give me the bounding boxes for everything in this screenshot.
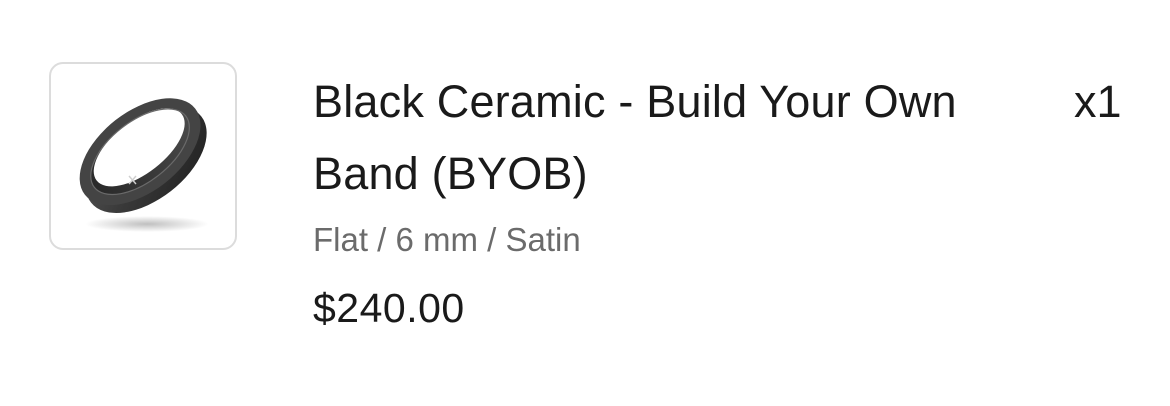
variant-options: Flat / 6 mm / Satin: [313, 221, 581, 258]
item-price: $240.00: [313, 285, 465, 331]
quantity-label: x1: [1074, 76, 1122, 127]
product-thumbnail[interactable]: [49, 62, 237, 250]
cart-line-item: Black Ceramic - Build Your Own Band (BYO…: [0, 0, 1170, 406]
product-title[interactable]: Black Ceramic - Build Your Own Band (BYO…: [313, 66, 1053, 210]
ring-image-icon: [79, 98, 209, 232]
